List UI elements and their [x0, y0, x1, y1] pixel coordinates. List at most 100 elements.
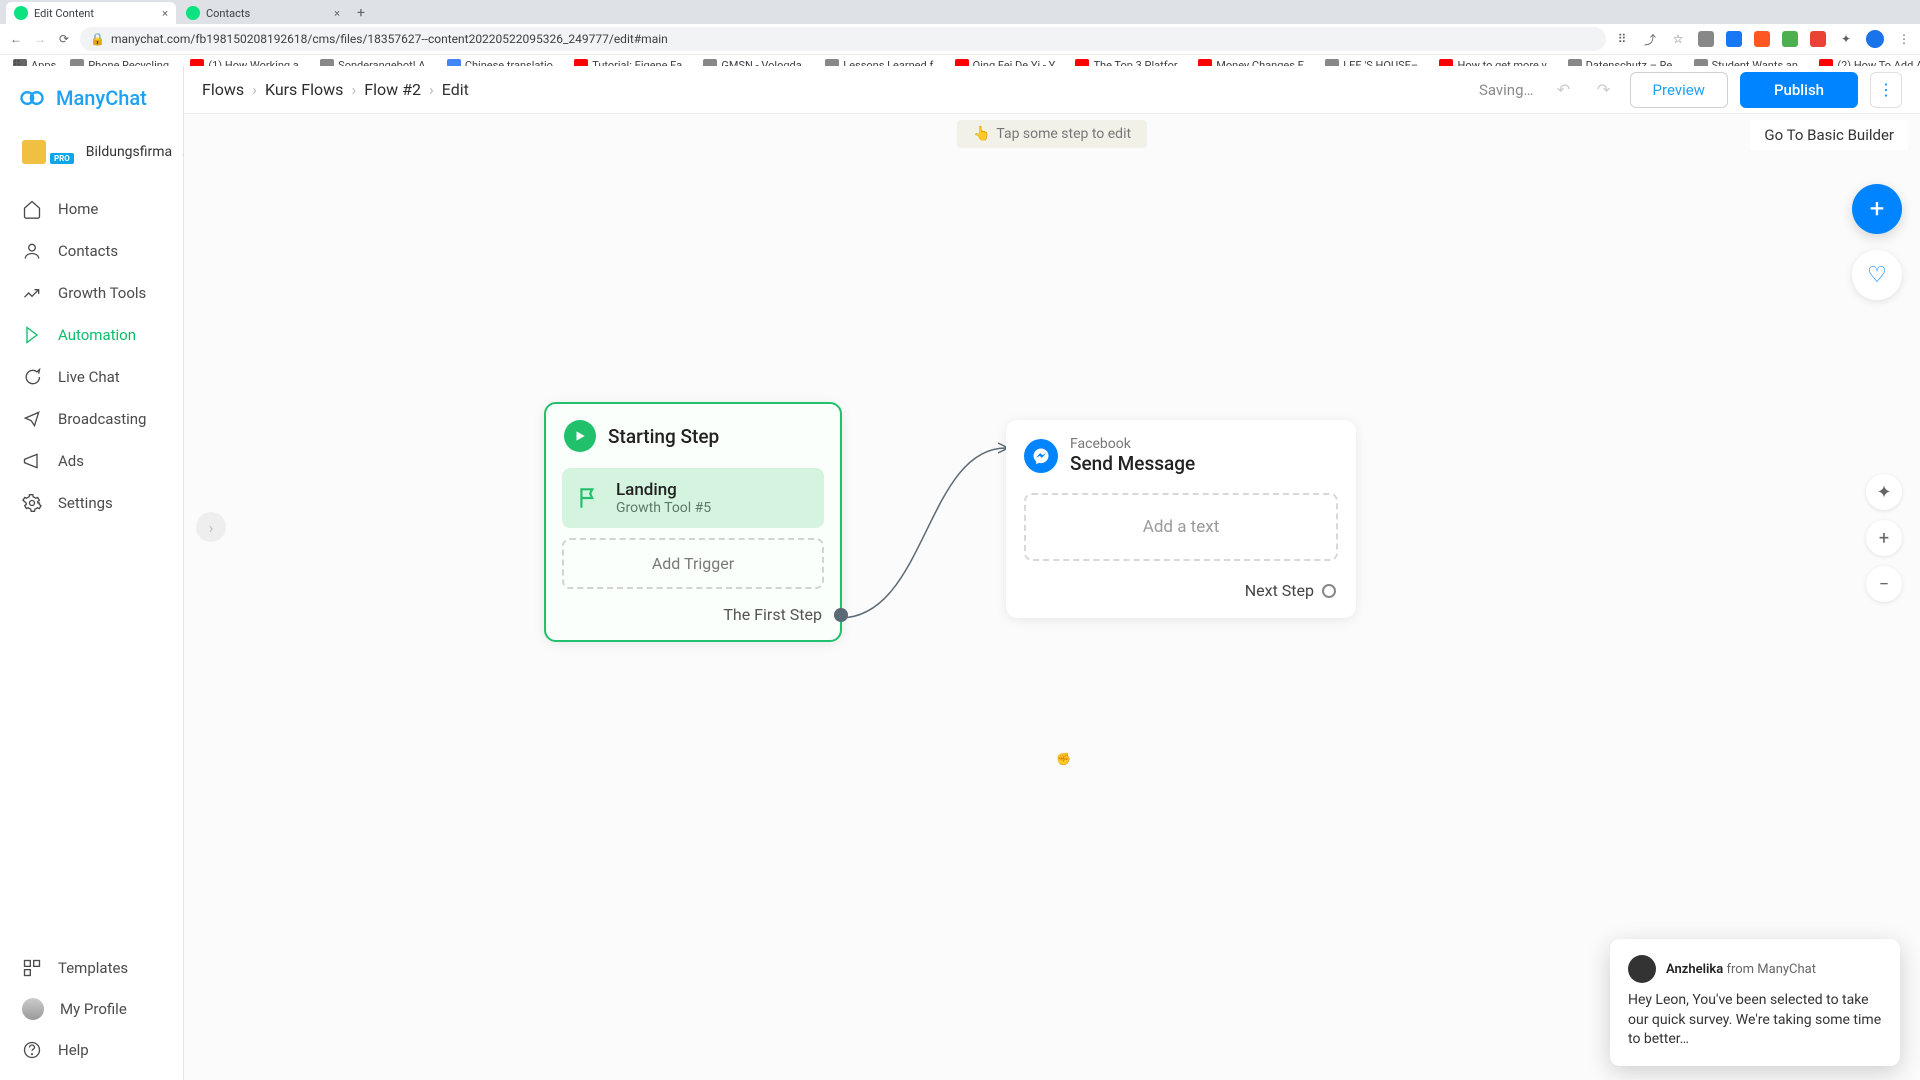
extension-icon[interactable]: [1698, 31, 1714, 47]
extension-icon[interactable]: [1726, 31, 1742, 47]
connector-output[interactable]: [1322, 584, 1336, 598]
add-node-fab[interactable]: +: [1852, 184, 1902, 234]
more-menu-button[interactable]: ⋮: [1870, 72, 1902, 108]
app-frame: ManyChat PRO Bildungsfirma ⌄ Home Contac…: [0, 66, 1920, 1080]
extension-icon[interactable]: [1782, 31, 1798, 47]
facebook-messenger-icon: [1024, 439, 1058, 473]
zoom-out-button[interactable]: −: [1866, 566, 1902, 602]
connector-output[interactable]: [834, 608, 848, 622]
templates-icon: [22, 958, 42, 978]
browser-nav-row: ← → ⟳ 🔒 manychat.com/fb198150208192618/c…: [0, 24, 1920, 54]
starting-step-node[interactable]: Starting Step ✊ Landing Growth Tool #5 A…: [544, 402, 842, 642]
sidebar-bottom: Templates My Profile Help: [0, 948, 183, 1080]
tab-title: Contacts: [206, 7, 250, 20]
zoom-in-button[interactable]: +: [1866, 520, 1902, 556]
workspace-switcher[interactable]: PRO Bildungsfirma ⌄: [12, 132, 171, 172]
help-icon: [22, 1040, 42, 1060]
close-icon[interactable]: ×: [162, 7, 168, 20]
tab-strip: Edit Content × Contacts × +: [0, 0, 1920, 24]
workspace-name: Bildungsfirma: [86, 144, 172, 160]
menu-icon[interactable]: ⋮: [1896, 31, 1912, 47]
extension-icon[interactable]: [1754, 31, 1770, 47]
chat-icon: [22, 367, 42, 387]
sidebar-item-growth-tools[interactable]: Growth Tools: [0, 272, 183, 314]
saving-status: Saving…: [1479, 81, 1534, 99]
home-icon: [22, 199, 42, 219]
node-header: Facebook Send Message: [1006, 420, 1356, 483]
breadcrumb-current: Edit: [442, 80, 469, 99]
trigger-name: Landing: [616, 480, 711, 500]
play-icon: [564, 420, 596, 452]
landing-flag-icon: [576, 485, 602, 511]
favorite-fab[interactable]: ♡: [1852, 250, 1902, 300]
trigger-card[interactable]: Landing Growth Tool #5: [562, 468, 824, 528]
chat-widget[interactable]: Anzhelika from ManyChat Hey Leon, You've…: [1610, 939, 1900, 1066]
avatar-icon: [22, 998, 44, 1020]
redo-icon[interactable]: ↷: [1590, 76, 1618, 104]
canvas-hint: 👆 Tap some step to edit: [957, 120, 1147, 148]
forward-icon[interactable]: →: [32, 31, 48, 47]
zoom-controls: ✦ + −: [1866, 474, 1902, 602]
ads-icon: [22, 451, 42, 471]
preview-button[interactable]: Preview: [1630, 72, 1728, 108]
breadcrumb-item[interactable]: Kurs Flows: [265, 80, 343, 99]
flow-canvas[interactable]: 👆 Tap some step to edit Go To Basic Buil…: [184, 114, 1920, 1080]
back-icon[interactable]: ←: [8, 31, 24, 47]
share-icon[interactable]: ⤴: [1642, 31, 1658, 47]
new-tab-button[interactable]: +: [350, 2, 372, 24]
sidebar-collapse-handle[interactable]: ›: [196, 512, 226, 542]
chat-sender-name: Anzhelika: [1666, 962, 1723, 977]
extensions-row: ⠿ ⤴ ☆ ✦ ⋮: [1614, 30, 1912, 48]
next-step-label: Next Step: [1006, 571, 1356, 600]
sidebar-item-broadcasting[interactable]: Broadcasting: [0, 398, 183, 440]
brand-logo[interactable]: ManyChat: [0, 66, 183, 124]
pro-badge: PRO: [50, 153, 74, 164]
chevron-right-icon: ›: [351, 80, 356, 99]
send-message-node[interactable]: Facebook Send Message Add a text Next St…: [1006, 420, 1356, 618]
add-trigger-button[interactable]: Add Trigger: [562, 538, 824, 589]
chevron-right-icon: ›: [252, 80, 257, 99]
sidebar-item-settings[interactable]: Settings: [0, 482, 183, 524]
close-icon[interactable]: ×: [334, 7, 340, 20]
broadcast-icon: [22, 409, 42, 429]
node-header: Starting Step: [546, 404, 840, 462]
sidebar-item-profile[interactable]: My Profile: [0, 988, 183, 1030]
chevron-right-icon: ›: [429, 80, 434, 99]
star-icon[interactable]: ☆: [1670, 31, 1686, 47]
publish-button[interactable]: Publish: [1740, 72, 1858, 108]
puzzle-icon[interactable]: ✦: [1838, 31, 1854, 47]
undo-icon[interactable]: ↶: [1550, 76, 1578, 104]
sidebar-item-contacts[interactable]: Contacts: [0, 230, 183, 272]
tap-icon: 👆: [973, 126, 990, 142]
platform-label: Facebook: [1070, 436, 1195, 452]
auto-layout-button[interactable]: ✦: [1866, 474, 1902, 510]
gear-icon: [22, 493, 42, 513]
sidebar-item-ads[interactable]: Ads: [0, 440, 183, 482]
breadcrumb-item[interactable]: Flow #2: [364, 80, 421, 99]
add-text-button[interactable]: Add a text: [1024, 493, 1338, 561]
sidebar-item-home[interactable]: Home: [0, 188, 183, 230]
topbar: Flows › Kurs Flows › Flow #2 › Edit Savi…: [184, 66, 1920, 114]
node-title: Starting Step: [608, 425, 719, 448]
breadcrumb-item[interactable]: Flows: [202, 80, 244, 99]
translate-icon[interactable]: ⠿: [1614, 31, 1630, 47]
reload-icon[interactable]: ⟳: [56, 31, 72, 47]
sidebar-item-live-chat[interactable]: Live Chat: [0, 356, 183, 398]
profile-avatar-icon[interactable]: [1866, 30, 1884, 48]
trigger-text: Landing Growth Tool #5: [616, 480, 711, 516]
extension-icon[interactable]: [1810, 31, 1826, 47]
chat-avatar-icon: [1628, 955, 1656, 983]
sidebar-item-help[interactable]: Help: [0, 1030, 183, 1070]
address-bar[interactable]: 🔒 manychat.com/fb198150208192618/cms/fil…: [80, 27, 1606, 51]
sidebar-item-automation[interactable]: Automation: [0, 314, 183, 356]
sidebar-nav: Home Contacts Growth Tools Automation Li…: [0, 188, 183, 524]
flow-edge: [836, 440, 1016, 630]
url-text: manychat.com/fb198150208192618/cms/files…: [111, 32, 668, 46]
sidebar-item-templates[interactable]: Templates: [0, 948, 183, 988]
node-titles: Facebook Send Message: [1070, 436, 1195, 475]
browser-tab-active[interactable]: Edit Content ×: [6, 2, 176, 24]
growth-icon: [22, 283, 42, 303]
browser-tab[interactable]: Contacts ×: [178, 2, 348, 24]
go-basic-builder-button[interactable]: Go To Basic Builder: [1750, 120, 1908, 150]
brand-name: ManyChat: [56, 86, 147, 110]
